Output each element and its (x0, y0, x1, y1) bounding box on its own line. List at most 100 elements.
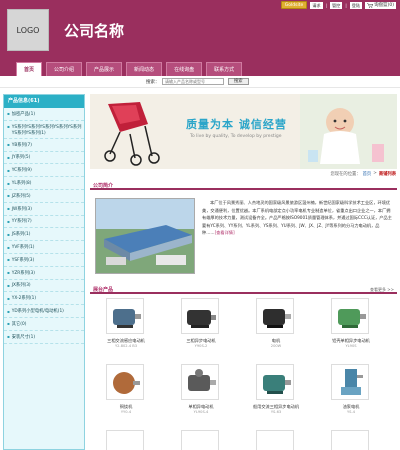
tab-news[interactable]: 新闻动态 (126, 62, 163, 76)
products-more-link[interactable]: 查看更多 >> (370, 287, 394, 293)
intro-text: 本厂位于风景秀丽、人杰地灵的国家级风景旅游区温州楠，新世纪国家级科学技术工业区，… (202, 200, 392, 235)
bullet-icon: ▪ (7, 193, 10, 199)
sidebar-item[interactable]: ▪ JW系列(3) (4, 203, 84, 216)
breadcrumb-home[interactable]: 首页 (363, 171, 372, 177)
product-model: YS-63 (270, 410, 282, 414)
product-image[interactable] (331, 430, 369, 450)
sidebar-item[interactable]: ▪ YC系列(9) (4, 164, 84, 178)
product-image[interactable] (331, 298, 369, 334)
sidebar-item[interactable]: ▪ 安装尺寸(1) (4, 331, 84, 344)
product-model: YS-4 (346, 410, 356, 414)
bullet-icon: ▪ (7, 206, 10, 212)
bullet-icon: ▪ (7, 111, 10, 117)
product-model: Y2-802-4 B3 (114, 344, 138, 348)
bullet-icon: ▪ (7, 295, 10, 301)
top-link-login[interactable]: 登陆 (349, 1, 363, 9)
top-link-separator: | (345, 2, 347, 8)
product-image[interactable] (331, 364, 369, 400)
bullet-icon: ▪ (7, 334, 10, 340)
product-model: YY0-4 (120, 410, 132, 414)
product-image[interactable] (181, 298, 219, 334)
sidebar-item[interactable]: ▪ 加密产品(1) (4, 108, 84, 121)
product-image[interactable] (181, 364, 219, 400)
bullet-icon: ▪ (7, 282, 10, 288)
top-links: Goldsite 请求 | 管控 | 登陆 询盘篮(0) (280, 1, 396, 9)
breadcrumb-prefix: 您现在的位置： (330, 172, 361, 177)
bullet-icon: ▪ (7, 231, 10, 237)
product-model: 200W (270, 344, 282, 348)
intro-header: 公司简介 (90, 180, 397, 190)
company-name: 公司名称 (64, 22, 125, 40)
sidebar-item[interactable]: ▪ YD系列小型电机/电动机(1) (4, 305, 84, 318)
motor-icon (188, 369, 216, 391)
sidebar-item[interactable]: ▪ YS系列YS系列YS系列YS系列YS系列YS系列YS系列(1) (4, 121, 84, 139)
breadcrumb-separator: > (373, 171, 377, 176)
banner: 质量为本 诚信经营 To live by quality, To develop… (90, 94, 397, 169)
top-link-separator: | (325, 2, 327, 8)
tab-products[interactable]: 产品展示 (86, 62, 123, 76)
product-image[interactable] (106, 298, 144, 334)
sidebar-item[interactable]: ▪ 其它(0) (4, 318, 84, 331)
sidebar-item[interactable]: ▪ YL系列(8) (4, 177, 84, 190)
bullet-icon: ▪ (7, 142, 10, 148)
inquiry-cart[interactable]: 询盘篮(0) (365, 1, 396, 9)
product-image[interactable] (181, 430, 219, 450)
header: LOGO 公司名称 Goldsite 请求 | 管控 | 登陆 询盘篮(0) 首… (0, 0, 400, 76)
cart-label: 询盘篮(0) (374, 3, 394, 8)
product-model: Y90S-2 (194, 344, 208, 348)
sidebar-item[interactable]: ▪ JX系列(3) (4, 280, 84, 293)
sidebar-item[interactable]: ▪ JZ系列(5) (4, 190, 84, 203)
top-link-request[interactable]: 请求 (310, 1, 323, 9)
factory-image (96, 199, 194, 273)
sidebar-item[interactable]: ▪ YB系列(7) (4, 139, 84, 152)
tab-contact[interactable]: 联系方式 (206, 62, 243, 76)
intro-title: 公司简介 (93, 183, 114, 189)
sidebar-item[interactable]: ▪ YX-2系列(1) (4, 292, 84, 306)
product-model: YL90S-4 (193, 410, 209, 414)
motor-icon (113, 372, 140, 394)
motor-icon (187, 310, 216, 328)
sidebar-item[interactable]: ▪ YZR系列(3) (4, 267, 84, 280)
products-title: 展台产品 (93, 287, 114, 293)
tab-home[interactable]: 首页 (16, 62, 43, 76)
motor-icon (113, 309, 141, 328)
motor-icon (263, 375, 291, 394)
bullet-icon: ▪ (7, 244, 10, 250)
sidebar-item[interactable]: ▪ YVF系列(1) (4, 241, 84, 254)
cart-icon (367, 2, 374, 8)
main-nav: 首页 公司介绍 产品展示 新闻动态 在线询盘 联系方式 (16, 62, 243, 76)
top-link-manage[interactable]: 管控 (329, 1, 343, 9)
bullet-icon: ▪ (7, 123, 10, 129)
breadcrumb-current: 商铺列表 (378, 172, 396, 177)
sidebar-item[interactable]: ▪ JY系列(5) (4, 152, 84, 165)
search-input[interactable] (162, 78, 224, 85)
tab-inquiry[interactable]: 在线询盘 (166, 62, 203, 76)
sidebar-item[interactable]: ▪ JS系列(1) (4, 228, 84, 242)
bullet-icon: ▪ (7, 257, 10, 263)
sidebar: 产品信息(61) ▪ 加密产品(1) ▪ YS系列YS系列YS系列YS系列YS系列Y… (3, 94, 85, 450)
goldsite-button[interactable]: Goldsite (280, 1, 308, 9)
bullet-icon: ▪ (7, 308, 10, 314)
bullet-icon: ▪ (7, 180, 10, 186)
sidebar-item[interactable]: ▪ YY系列(7) (4, 216, 84, 229)
logo[interactable]: LOGO (7, 9, 49, 51)
sidebar-item[interactable]: ▪ YSF系列(3) (4, 254, 84, 267)
tab-about[interactable]: 公司介绍 (46, 62, 83, 76)
banner-title: 质量为本 诚信经营 (186, 118, 287, 131)
product-image[interactable] (106, 364, 144, 400)
product-image[interactable] (106, 430, 144, 450)
breadcrumb: 您现在的位置： 首页 > 商铺列表 (331, 171, 396, 177)
product-image[interactable] (256, 430, 294, 450)
bullet-icon: ▪ (7, 270, 10, 276)
product-image[interactable] (256, 298, 294, 334)
bullet-icon: ▪ (7, 167, 10, 173)
search-button[interactable]: 搜索 (228, 78, 249, 85)
motor-icon (338, 309, 366, 328)
bullet-icon: ▪ (7, 218, 10, 224)
bullet-icon: ▪ (7, 154, 10, 160)
bullet-icon: ▪ (7, 321, 10, 327)
intro-more-link[interactable]: [查看详情] (215, 230, 235, 235)
products-header: 展台产品 查看更多 >> (90, 284, 397, 294)
banner-subtitle: To live by quality, To develop by presti… (190, 134, 282, 139)
product-image[interactable] (256, 364, 294, 400)
